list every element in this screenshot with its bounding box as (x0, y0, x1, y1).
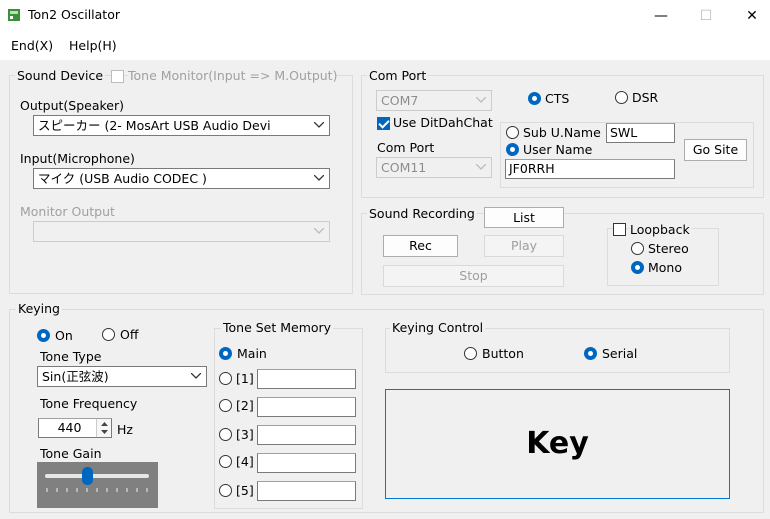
memory-3-input[interactable] (257, 425, 356, 445)
memory-1-label: [1] (236, 371, 254, 386)
serial-mode-label: Serial (602, 346, 638, 361)
keying-legend: Keying (16, 301, 62, 316)
chevron-down-icon (313, 116, 325, 135)
button-mode-label: Button (482, 346, 524, 361)
user-name-radio[interactable] (506, 143, 519, 156)
tone-gain-slider[interactable] (37, 462, 158, 508)
tone-frequency-unit: Hz (117, 422, 133, 437)
input-select[interactable]: マイク (USB Audio CODEC ) (33, 168, 330, 189)
ditdah-checkbox[interactable] (377, 117, 390, 130)
memory-4-label: [4] (236, 454, 254, 469)
tone-set-memory-legend: Tone Set Memory (221, 320, 334, 335)
memory-3-label: [3] (236, 427, 254, 442)
loopback-checkbox[interactable] (613, 223, 626, 236)
menu-end[interactable]: End(X) (11, 38, 53, 53)
sub-com-port-select[interactable]: COM11 (376, 157, 492, 178)
memory-5-label: [5] (236, 483, 254, 498)
keying-on-radio[interactable] (37, 329, 50, 342)
dsr-label: DSR (632, 90, 659, 105)
list-button[interactable]: List (484, 207, 564, 228)
memory-5-input[interactable] (257, 481, 356, 501)
stop-button[interactable]: Stop (383, 265, 564, 287)
sound-device-legend: Sound Device (15, 68, 106, 83)
keying-off-label: Off (120, 327, 139, 342)
input-label: Input(Microphone) (20, 151, 135, 166)
tone-gain-label: Tone Gain (40, 446, 102, 461)
tone-type-label: Tone Type (40, 349, 102, 364)
serial-mode-radio[interactable] (584, 347, 597, 360)
memory-main-radio[interactable] (219, 347, 232, 360)
cts-radio[interactable] (528, 92, 541, 105)
input-select-value: マイク (USB Audio CODEC ) (38, 171, 207, 186)
play-button[interactable]: Play (484, 235, 564, 257)
key-button[interactable]: Key (385, 389, 730, 499)
tone-monitor-label: Tone Monitor(Input => M.Output) (128, 68, 338, 83)
go-site-button[interactable]: Go Site (684, 139, 747, 161)
user-name-input[interactable]: JF0RRH (505, 159, 675, 179)
output-select-value: スピーカー (2- MosArt USB Audio Devi (38, 118, 271, 133)
chevron-down-icon (313, 222, 325, 241)
tone-monitor-checkbox[interactable] (111, 70, 124, 83)
close-button[interactable]: ✕ (741, 6, 763, 26)
stereo-label: Stereo (648, 241, 689, 256)
memory-2-label: [2] (236, 398, 254, 413)
loopback-label: Loopback (630, 222, 692, 237)
chevron-down-icon (313, 169, 325, 188)
memory-4-input[interactable] (257, 453, 356, 473)
user-name-label: User Name (523, 142, 593, 157)
menu-help[interactable]: Help(H) (69, 38, 117, 53)
tone-type-value: Sin(正弦波) (42, 369, 109, 384)
sub-com-port-value: COM11 (381, 160, 427, 175)
button-mode-radio[interactable] (464, 347, 477, 360)
memory-2-radio[interactable] (219, 399, 232, 412)
stereo-radio[interactable] (631, 242, 644, 255)
memory-2-input[interactable] (257, 397, 356, 417)
rec-button[interactable]: Rec (383, 235, 458, 257)
sub-uname-label: Sub U.Name (523, 125, 601, 140)
output-label: Output(Speaker) (20, 98, 125, 113)
memory-4-radio[interactable] (219, 455, 232, 468)
com-port-select[interactable]: COM7 (376, 90, 492, 111)
sub-uname-input[interactable]: SWL (606, 123, 675, 143)
mono-radio[interactable] (631, 261, 644, 274)
sub-uname-radio[interactable] (506, 126, 519, 139)
memory-3-radio[interactable] (219, 428, 232, 441)
monitor-output-select[interactable] (33, 221, 330, 242)
keying-on-label: On (55, 328, 73, 343)
slider-ticks (46, 488, 148, 492)
com-port-value: COM7 (381, 93, 419, 108)
minimize-button[interactable]: — (650, 6, 672, 26)
memory-5-radio[interactable] (219, 484, 232, 497)
maximize-button[interactable]: ☐ (695, 6, 717, 26)
frequency-spinner[interactable] (96, 419, 111, 437)
ditdah-label: Use DitDahChat (393, 115, 493, 130)
memory-1-input[interactable] (257, 369, 356, 389)
output-select[interactable]: スピーカー (2- MosArt USB Audio Devi (33, 115, 330, 136)
memory-main-label: Main (237, 346, 267, 361)
app-icon (7, 8, 21, 22)
spinner-arrows-icon (101, 422, 108, 434)
mono-label: Mono (648, 260, 683, 275)
tone-frequency-label: Tone Frequency (40, 396, 138, 411)
chevron-down-icon (475, 91, 487, 110)
cts-label: CTS (545, 91, 570, 106)
memory-1-radio[interactable] (219, 372, 232, 385)
tone-type-select[interactable]: Sin(正弦波) (37, 366, 207, 387)
keying-off-radio[interactable] (102, 328, 115, 341)
sub-com-port-label: Com Port (377, 140, 435, 155)
dsr-radio[interactable] (615, 91, 628, 104)
window-title: Ton2 Oscillator (28, 7, 120, 22)
monitor-output-label: Monitor Output (20, 204, 115, 219)
chevron-down-icon (475, 158, 487, 177)
keying-control-legend: Keying Control (390, 320, 486, 335)
sound-recording-legend: Sound Recording (367, 206, 477, 221)
com-port-legend: Com Port (367, 68, 429, 83)
chevron-down-icon (190, 367, 202, 386)
slider-track (45, 474, 149, 478)
slider-thumb[interactable] (82, 467, 94, 485)
